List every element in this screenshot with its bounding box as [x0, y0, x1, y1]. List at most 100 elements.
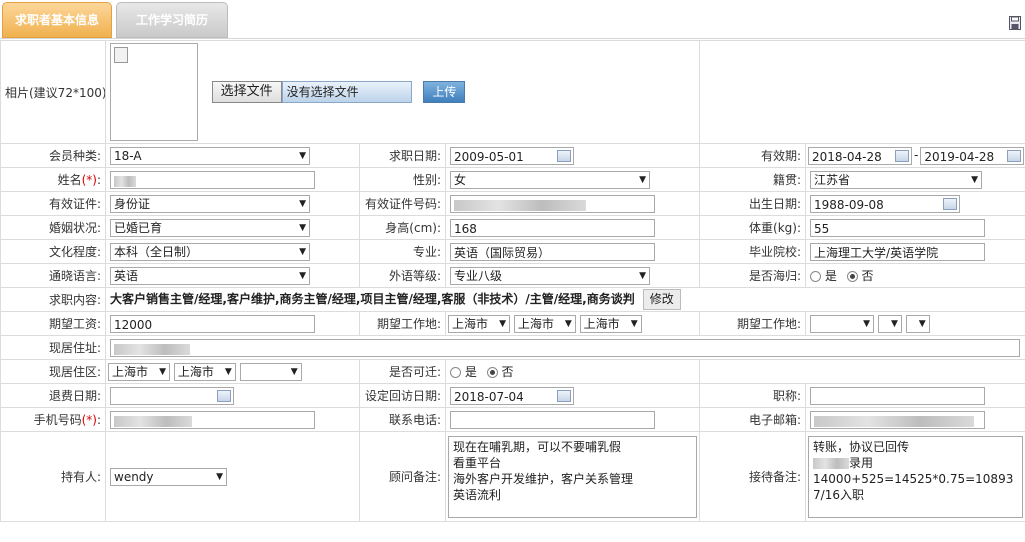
- owner-select[interactable]: wendy ▼: [110, 467, 227, 486]
- redacted-value: [114, 343, 190, 355]
- expected-location-city-select[interactable]: 上海市 ▼: [513, 314, 576, 333]
- birth-date-label: 出生日期:: [699, 191, 807, 216]
- address-label: 现居住址:: [0, 335, 106, 360]
- email-label: 电子邮箱:: [699, 407, 807, 432]
- expected-location-label: 期望工作地:: [359, 311, 446, 336]
- reception-note-textarea[interactable]: 转账，协议已回传 录用 14000+525=14525*0.75=10893 7…: [808, 435, 1024, 518]
- valid-period-label: 有效期:: [699, 143, 807, 168]
- calendar-icon[interactable]: [1007, 149, 1022, 162]
- height-input[interactable]: 168: [450, 218, 655, 237]
- photo-empty-cell: [699, 40, 1025, 144]
- title-input[interactable]: [810, 386, 986, 405]
- calendar-icon[interactable]: [557, 389, 571, 402]
- id-number-input[interactable]: [450, 194, 655, 213]
- major-input[interactable]: 英语（国际贸易）: [450, 242, 655, 261]
- education-label: 文化程度:: [0, 239, 106, 264]
- required-mark: (*): [81, 413, 97, 427]
- school-label: 毕业院校:: [699, 239, 807, 264]
- title-label: 职称:: [699, 383, 807, 408]
- chevron-down-icon: ▼: [564, 318, 572, 329]
- returnee-no-label: 否: [861, 269, 874, 283]
- language-level-select[interactable]: 专业八级 ▼: [450, 266, 650, 285]
- height-label: 身高(cm):: [359, 215, 446, 240]
- name-label: 姓名(*):: [0, 167, 106, 192]
- relocate-yes-radio[interactable]: [450, 367, 461, 378]
- district-area-select[interactable]: ▼: [239, 362, 302, 381]
- redacted-value: [814, 415, 975, 427]
- photo-label: 相片(建议72*100):: [0, 40, 106, 144]
- school-input[interactable]: 上海理工大学/英语学院: [810, 242, 986, 261]
- chevron-down-icon: ▼: [639, 270, 646, 281]
- relocate-yes-label: 是: [464, 365, 477, 379]
- native-place-select[interactable]: 江苏省 ▼: [810, 170, 983, 189]
- id-type-select[interactable]: 身份证 ▼: [110, 194, 310, 213]
- chevron-down-icon: ▼: [290, 366, 298, 377]
- chevron-down-icon: ▼: [216, 471, 223, 482]
- valid-from-input[interactable]: 2018-04-28: [808, 146, 913, 165]
- weight-label: 体重(kg):: [699, 215, 807, 240]
- tab-bar: 求职者基本信息 工作学习简历: [0, 0, 1025, 39]
- save-icon[interactable]: [1009, 16, 1021, 30]
- returnee-label: 是否海归:: [699, 263, 807, 288]
- expected-location2-district-select[interactable]: ▼: [905, 314, 930, 333]
- refund-date-input[interactable]: [110, 386, 234, 405]
- redacted-value: [454, 199, 586, 211]
- refund-date-label: 退费日期:: [0, 383, 106, 408]
- photo-preview: [110, 43, 198, 141]
- expected-location-province-select[interactable]: 上海市 ▼: [448, 314, 510, 333]
- chevron-down-icon: ▼: [630, 318, 638, 329]
- chevron-down-icon: ▼: [863, 318, 871, 329]
- marital-label: 婚姻状况:: [0, 215, 106, 240]
- email-input[interactable]: [810, 410, 986, 429]
- valid-to-input[interactable]: 2019-04-28: [920, 146, 1025, 165]
- modify-job-content-button[interactable]: 修改: [642, 289, 681, 310]
- district-province-select[interactable]: 上海市 ▼: [108, 362, 170, 381]
- chevron-down-icon: ▼: [971, 174, 979, 185]
- language-select[interactable]: 英语 ▼: [110, 266, 310, 285]
- chevron-down-icon: ▼: [224, 366, 232, 377]
- calendar-icon[interactable]: [557, 149, 571, 162]
- reception-note-label: 接待备注:: [699, 431, 807, 522]
- returnee-yes-label: 是: [824, 269, 837, 283]
- file-name-display: 没有选择文件: [281, 81, 412, 103]
- redacted-value: [114, 415, 192, 427]
- id-number-label: 有效证件号码:: [359, 191, 446, 216]
- visit-date-input[interactable]: 2018-07-04: [450, 386, 574, 405]
- returnee-no-radio[interactable]: [846, 271, 858, 282]
- district-city-select[interactable]: 上海市 ▼: [173, 362, 236, 381]
- expected-salary-label: 期望工资:: [0, 311, 106, 336]
- marital-select[interactable]: 已婚已育 ▼: [110, 218, 310, 237]
- consultant-note-textarea[interactable]: 现在在哺乳期，可以不要哺乳假 看重平台 海外客户开发维护，客户关系管理 英语流利: [448, 435, 698, 518]
- phone-input[interactable]: [450, 410, 655, 429]
- district-label: 现居住区:: [0, 359, 106, 384]
- empty-cell: [699, 359, 1025, 384]
- calendar-icon[interactable]: [217, 389, 231, 402]
- member-type-select[interactable]: 18-A ▼: [110, 146, 310, 165]
- calendar-icon[interactable]: [943, 197, 958, 210]
- mobile-input[interactable]: [110, 410, 315, 429]
- expected-location2-province-select[interactable]: ▼: [810, 314, 875, 333]
- calendar-icon[interactable]: [895, 149, 910, 162]
- name-input[interactable]: [110, 170, 315, 189]
- native-place-label: 籍贯:: [699, 167, 807, 192]
- expected-salary-input[interactable]: 12000: [110, 314, 315, 333]
- tab-work-study-resume[interactable]: 工作学习简历: [116, 2, 228, 38]
- gender-label: 性别:: [359, 167, 446, 192]
- choose-file-button[interactable]: 选择文件: [211, 81, 282, 103]
- weight-input[interactable]: 55: [810, 218, 986, 237]
- language-label: 通晓语言:: [0, 263, 106, 288]
- birth-date-input[interactable]: 1988-09-08: [810, 194, 961, 213]
- job-date-input[interactable]: 2009-05-01: [450, 146, 574, 165]
- address-input[interactable]: [110, 338, 1020, 357]
- returnee-yes-radio[interactable]: [810, 271, 822, 282]
- education-select[interactable]: 本科（全日制） ▼: [110, 242, 310, 261]
- expected-location2-city-select[interactable]: ▼: [877, 314, 902, 333]
- chevron-down-icon: ▼: [299, 222, 306, 233]
- expected-location-district-select[interactable]: 上海市 ▼: [579, 314, 642, 333]
- tab-basic-info[interactable]: 求职者基本信息: [2, 2, 112, 38]
- valid-period-separator: -: [914, 148, 919, 162]
- id-type-label: 有效证件:: [0, 191, 106, 216]
- relocate-no-radio[interactable]: [486, 367, 498, 378]
- gender-select[interactable]: 女 ▼: [450, 170, 650, 189]
- upload-button[interactable]: 上传: [423, 81, 466, 103]
